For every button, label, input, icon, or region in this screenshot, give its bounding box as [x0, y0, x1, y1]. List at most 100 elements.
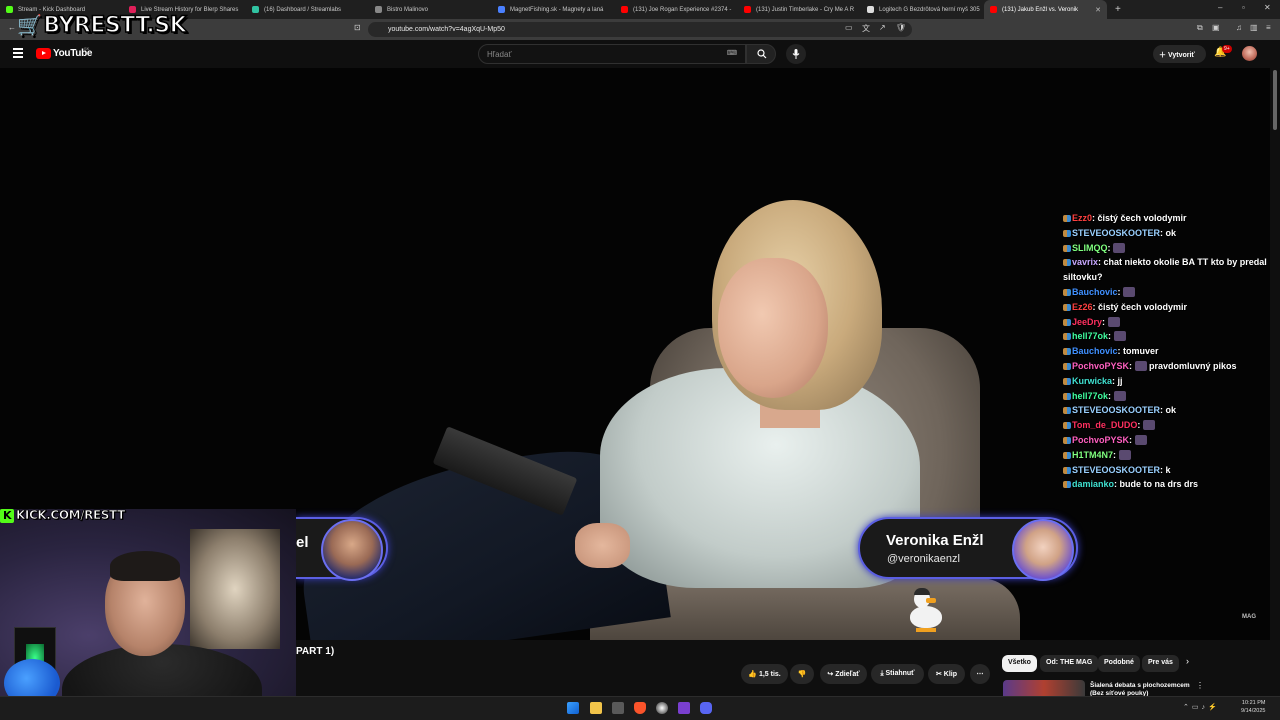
microphone-icon — [792, 49, 800, 59]
chat-text: bude to na drs drs — [1119, 479, 1199, 490]
page-scrollbar[interactable] — [1270, 68, 1280, 696]
chat-username: hell77ok — [1072, 331, 1109, 342]
thumbs-up-icon: 👍 — [748, 671, 759, 678]
cast-icon[interactable]: ▭ — [845, 23, 853, 32]
kick-url-banner: K KICK.COM/RESTT — [0, 508, 126, 525]
translate-icon[interactable]: 文 — [862, 23, 870, 34]
voice-search-button[interactable] — [786, 44, 806, 64]
bookmark-icon[interactable]: ⊡ — [354, 23, 361, 32]
chip-for-you[interactable]: Pre vás — [1142, 655, 1179, 672]
chat-badge-icon — [1063, 215, 1071, 222]
hamburger-icon[interactable] — [13, 48, 23, 58]
wallet-icon[interactable]: ▣ — [1212, 23, 1220, 32]
left-guest-name-fragment: el — [296, 534, 309, 551]
chat-text: tomuver — [1123, 346, 1159, 357]
file-explorer-icon[interactable] — [590, 702, 602, 714]
chat-text: čistý čech volodymir — [1097, 213, 1187, 223]
chip-from-channel[interactable]: Od: THE MAG — [1040, 655, 1099, 672]
windows-start-icon[interactable] — [567, 702, 579, 714]
maximize-icon[interactable]: ▫ — [1242, 3, 1245, 12]
chat-message: Tom_de_DUDO: — [1063, 418, 1269, 433]
tab-title: MagnetFishing.sk - Magnety a laná — [510, 6, 604, 13]
chat-badge-icon — [1063, 318, 1071, 326]
browser-tab[interactable]: MagnetFishing.sk - Magnety a laná — [492, 0, 615, 19]
country-code: SK — [84, 46, 90, 51]
chat-badge-icon — [1063, 422, 1071, 430]
youtube-logo-icon[interactable] — [36, 48, 51, 59]
browser-tab[interactable]: Bistro Malinovo — [369, 0, 492, 19]
video-title: PART 1) — [296, 646, 335, 657]
browser-tab[interactable]: Logitech G Bezdrôtová herní myš 305 — [861, 0, 984, 19]
streamlabs-icon[interactable] — [678, 702, 690, 714]
chat-message: vavrix: chat niekto okolie BA TT kto by … — [1063, 257, 1267, 283]
create-button[interactable]: ＋ Vytvoriť — [1153, 45, 1206, 63]
clip-button[interactable]: ✂ Klip — [928, 664, 965, 684]
discord-icon[interactable] — [700, 702, 712, 714]
more-icon: ⋯ — [976, 671, 984, 678]
search-input[interactable]: Hľadať ⌨ — [478, 44, 746, 64]
chat-message: STEVEOOSKOOTER: ok — [1063, 226, 1269, 241]
chat-emote-icon — [1113, 242, 1125, 253]
tab-title: (131) Justin Timberlake - Cry Me A R — [756, 6, 855, 13]
system-tray-icons[interactable]: ⌃▭♪⚡ — [1183, 703, 1220, 711]
tab-favicon-icon — [621, 6, 628, 13]
thumbs-down-icon: 👎 — [797, 671, 807, 678]
guest-hand — [575, 523, 630, 568]
browser-tab[interactable]: (131) Jakub Enžl vs. Veronik ✕ — [984, 0, 1107, 19]
chat-message: SLIMQQ: — [1063, 241, 1269, 256]
chat-emote-icon — [1118, 449, 1131, 460]
share-button[interactable]: ↪ Zdieľať — [820, 664, 867, 684]
chat-username: Tom_de_DUDO — [1072, 420, 1138, 431]
tab-title: Live Stream History for Blerp Shares — [141, 6, 239, 13]
brave-shield-icon[interactable]: 🛡 — [896, 23, 906, 32]
search-button[interactable] — [746, 44, 776, 64]
account-avatar[interactable] — [1242, 46, 1257, 61]
webcam-background-shelf — [190, 529, 280, 649]
more-vert-icon[interactable]: ⋮ — [1196, 681, 1204, 690]
dislike-button[interactable]: 👎 — [790, 664, 814, 684]
chip-related[interactable]: Podobné — [1098, 655, 1140, 672]
browser-tab[interactable]: (16) Dashboard / Streamlabs — [246, 0, 369, 19]
tab-favicon-icon — [6, 6, 13, 13]
back-icon[interactable]: ← — [8, 23, 16, 32]
browser-tab[interactable]: (131) Justin Timberlake - Cry Me A R — [738, 0, 861, 19]
like-button[interactable]: 👍 1,5 tis. — [741, 664, 788, 684]
chat-badge-icon — [1063, 362, 1071, 370]
search-placeholder: Hľadať — [487, 50, 512, 59]
keyboard-icon[interactable]: ⌨ — [727, 49, 737, 57]
brave-browser-icon[interactable] — [634, 702, 646, 714]
chat-username: JeeDry — [1072, 316, 1103, 327]
clock[interactable]: 10:21 PM 9/14/2025 — [1241, 699, 1265, 715]
url-field[interactable]: youtube.com/watch?v=4agXqU-Mp50 — [368, 22, 912, 37]
chevron-right-icon[interactable]: › — [1186, 656, 1189, 666]
music-icon[interactable]: ♫ — [1236, 23, 1242, 32]
menu-icon[interactable]: ≡ — [1266, 23, 1271, 32]
chat-username: H1TM4N7 — [1072, 449, 1114, 460]
tab-title: Logitech G Bezdrôtová herní myš 305 — [879, 6, 980, 13]
download-button[interactable]: ⤓ Stiahnuť — [871, 664, 924, 684]
chat-message: STEVEOOSKOOTER: k — [1063, 463, 1269, 478]
terminal-icon[interactable] — [612, 702, 624, 714]
chat-emote-icon — [1134, 434, 1147, 445]
chat-username: SLIMQQ — [1072, 242, 1108, 253]
more-actions-button[interactable]: ⋯ — [970, 664, 990, 684]
chat-badge-icon — [1063, 481, 1071, 489]
chat-message: hell77ok: — [1063, 329, 1269, 344]
sidebar-icon[interactable]: ▥ — [1250, 23, 1258, 32]
chat-text: jj — [1117, 375, 1123, 386]
chat-text: čistý čech volodymir — [1098, 301, 1188, 312]
chip-all[interactable]: Všetko — [1002, 655, 1037, 672]
tab-title: Bistro Malinovo — [387, 6, 429, 13]
extensions-icon[interactable]: ⧉ — [1197, 23, 1203, 33]
scrollbar-thumb[interactable] — [1273, 70, 1277, 130]
chat-username: PochvoPYSK — [1072, 434, 1130, 445]
window-close-icon[interactable]: ✕ — [1264, 3, 1271, 12]
share-icon[interactable]: ↗ — [879, 23, 886, 32]
new-tab-button[interactable]: + — [1115, 4, 1121, 15]
browser-tab[interactable]: (131) Joe Rogan Experience #2374 - — [615, 0, 738, 19]
tab-favicon-icon — [990, 6, 997, 13]
tab-close-icon[interactable]: ✕ — [1095, 6, 1101, 14]
chat-emote-icon — [1107, 316, 1120, 327]
obs-icon[interactable] — [656, 702, 668, 714]
minimize-icon[interactable]: – — [1218, 3, 1222, 12]
